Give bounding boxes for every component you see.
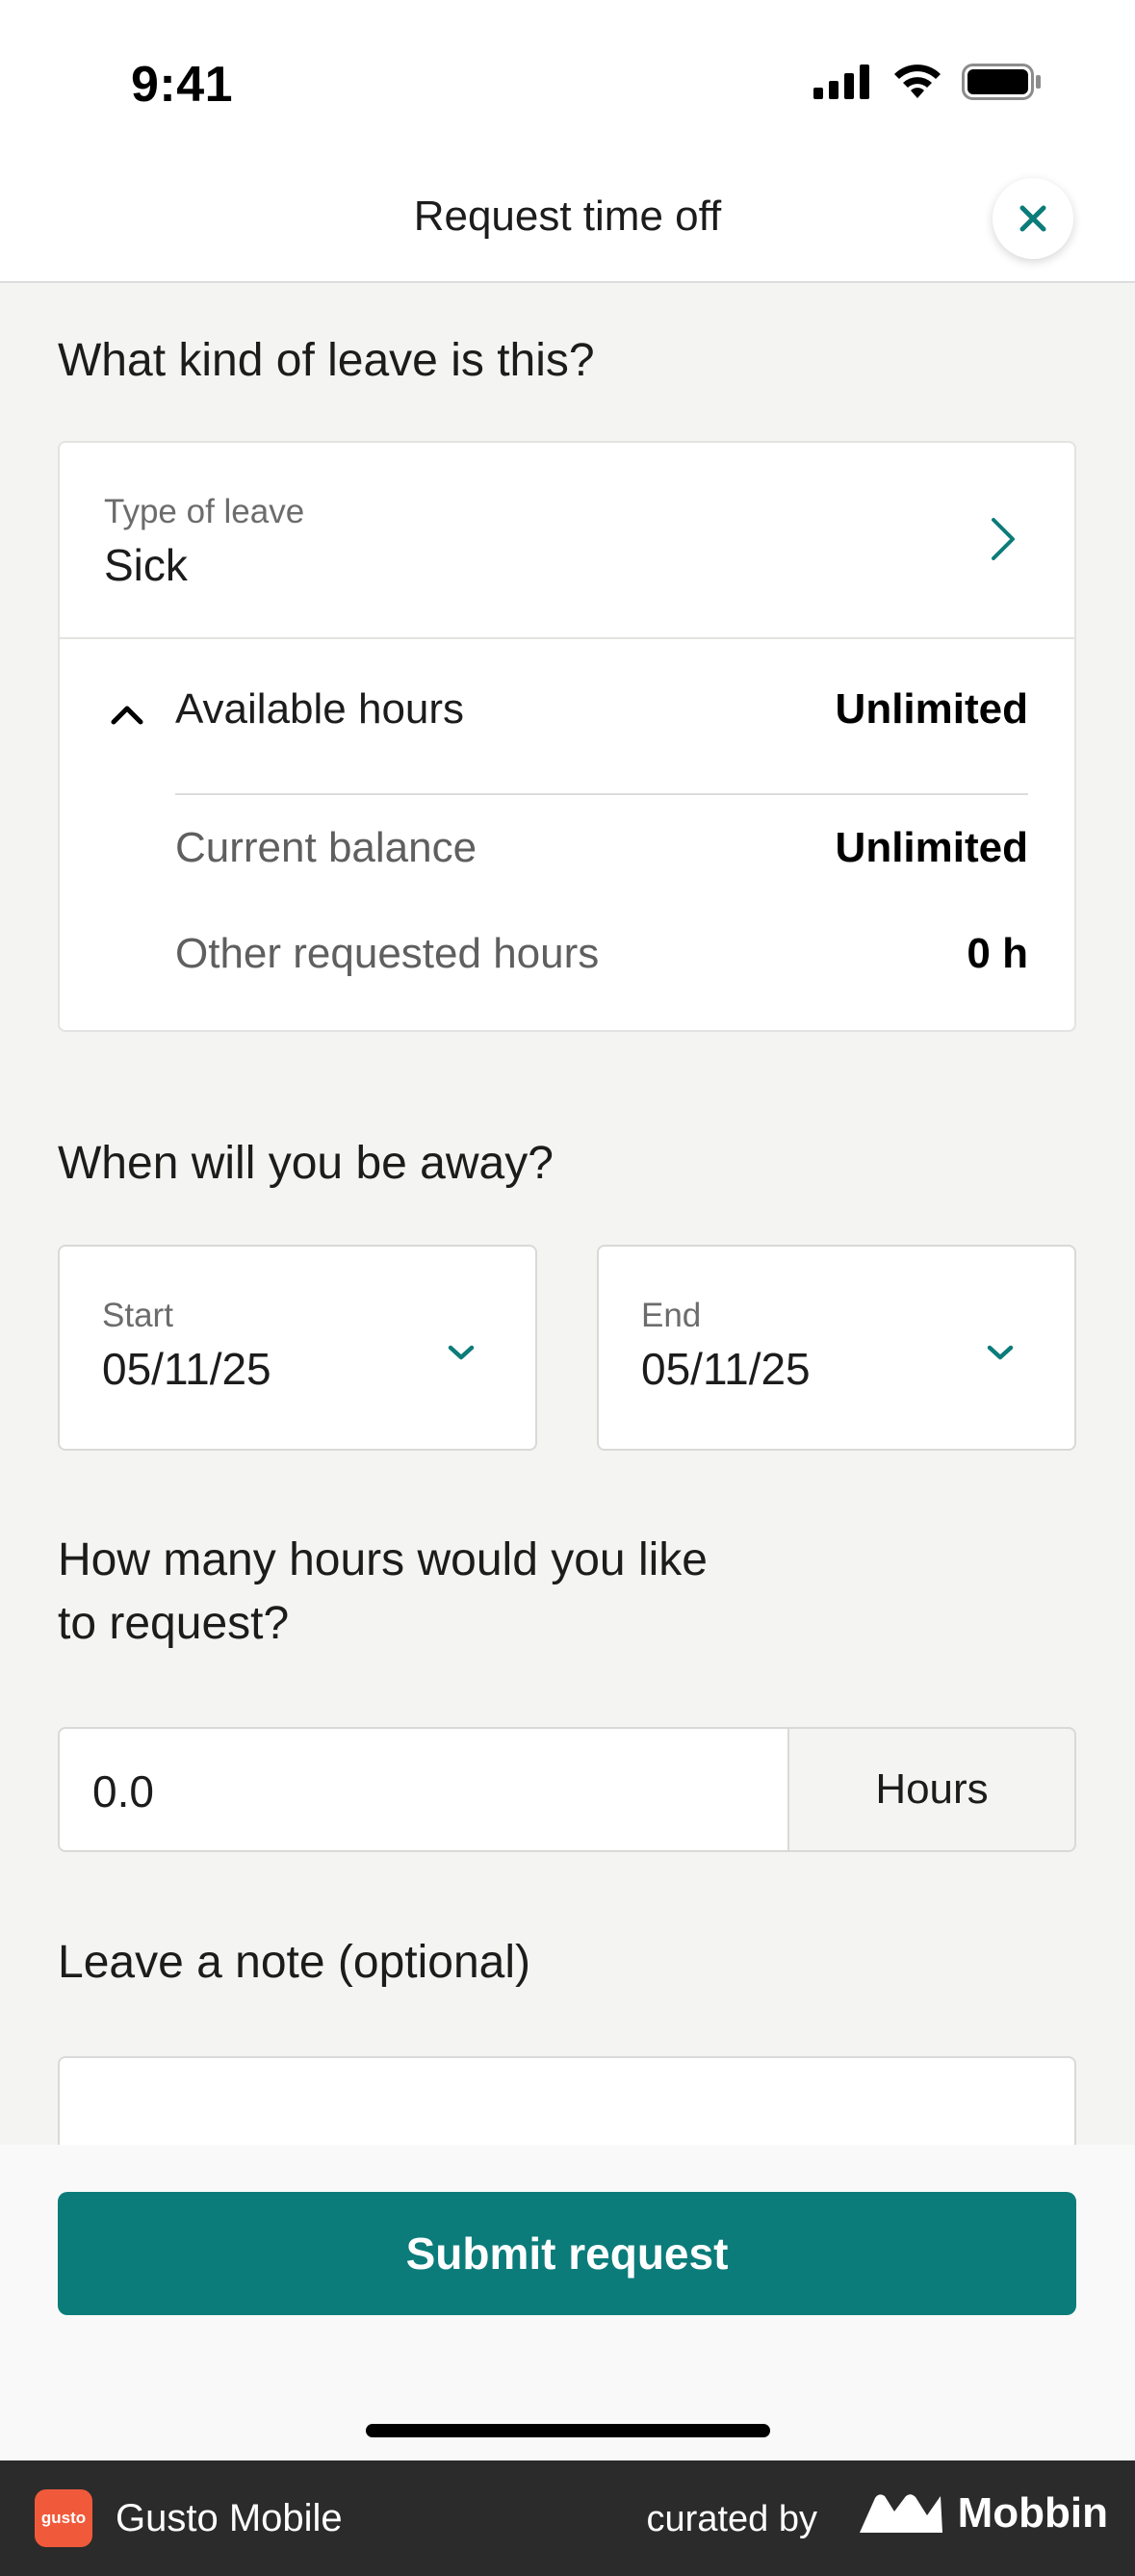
other-requested-row: Other requested hours 0 h [175, 930, 1028, 978]
available-hours-label: Available hours [175, 685, 465, 733]
note-heading: Leave a note (optional) [58, 1937, 531, 1988]
chevron-down-icon [448, 1345, 475, 1360]
chevron-up-icon [111, 706, 143, 725]
status-time: 9:41 [131, 57, 234, 113]
leave-type-selector[interactable]: Type of leave Sick [60, 443, 1074, 639]
end-date-label: End [641, 1297, 702, 1334]
mobbin-brand-text: Mobbin [957, 2489, 1108, 2537]
hours-heading-line1: How many hours would you like [58, 1534, 708, 1585]
nav-bar: Request time off [0, 164, 1135, 283]
divider [175, 793, 1028, 795]
chevron-down-icon [987, 1345, 1014, 1360]
close-button[interactable] [993, 178, 1073, 259]
chevron-right-icon [992, 518, 1015, 560]
wifi-icon [894, 64, 941, 98]
end-date-value: 05/11/25 [641, 1344, 811, 1394]
app-name: Gusto Mobile [116, 2497, 343, 2539]
battery-icon [962, 64, 1041, 100]
other-requested-label: Other requested hours [175, 930, 600, 977]
home-indicator [366, 2424, 770, 2437]
curated-by-label: curated by [646, 2499, 817, 2539]
available-hours-toggle[interactable]: Available hours Unlimited [60, 639, 1074, 797]
leave-type-label: Type of leave [104, 493, 305, 530]
leave-card: Type of leave Sick Available hours Unlim… [58, 441, 1076, 1032]
status-bar: 9:41 [0, 0, 1135, 164]
status-icons [813, 64, 1043, 100]
footer-bar: gusto Gusto Mobile curated by Mobbin [0, 2460, 1135, 2576]
end-date-picker[interactable]: End 05/11/25 [597, 1245, 1076, 1451]
hours-unit-label: Hours [789, 1727, 1076, 1852]
gusto-logo: gusto [35, 2489, 92, 2547]
page-title: Request time off [413, 193, 722, 240]
leave-kind-heading: What kind of leave is this? [58, 335, 595, 386]
bottom-action-panel: Submit request [0, 2145, 1135, 2460]
mobbin-logo-icon [859, 2494, 942, 2533]
submit-request-button[interactable]: Submit request [58, 2192, 1076, 2315]
current-balance-row: Current balance Unlimited [175, 824, 1028, 872]
leave-type-value: Sick [104, 540, 188, 590]
other-requested-value: 0 h [967, 930, 1028, 977]
available-hours-row: Available hours Unlimited [175, 685, 1028, 734]
start-date-label: Start [102, 1297, 173, 1334]
current-balance-label: Current balance [175, 824, 477, 871]
hours-input[interactable]: 0.0 [58, 1727, 789, 1852]
hours-heading: How many hours would you like to request… [58, 1529, 708, 1656]
hours-input-value: 0.0 [92, 1766, 154, 1816]
available-hours-value: Unlimited [835, 685, 1028, 733]
current-balance-value: Unlimited [835, 824, 1028, 871]
mobbin-brand: Mobbin [858, 2489, 1108, 2537]
away-heading: When will you be away? [58, 1138, 554, 1189]
start-date-value: 05/11/25 [102, 1344, 271, 1394]
hours-unit-text: Hours [875, 1765, 989, 1813]
start-date-picker[interactable]: Start 05/11/25 [58, 1245, 537, 1451]
close-icon [1019, 205, 1046, 232]
hours-heading-line2: to request? [58, 1598, 290, 1649]
cellular-signal-icon [813, 64, 869, 99]
